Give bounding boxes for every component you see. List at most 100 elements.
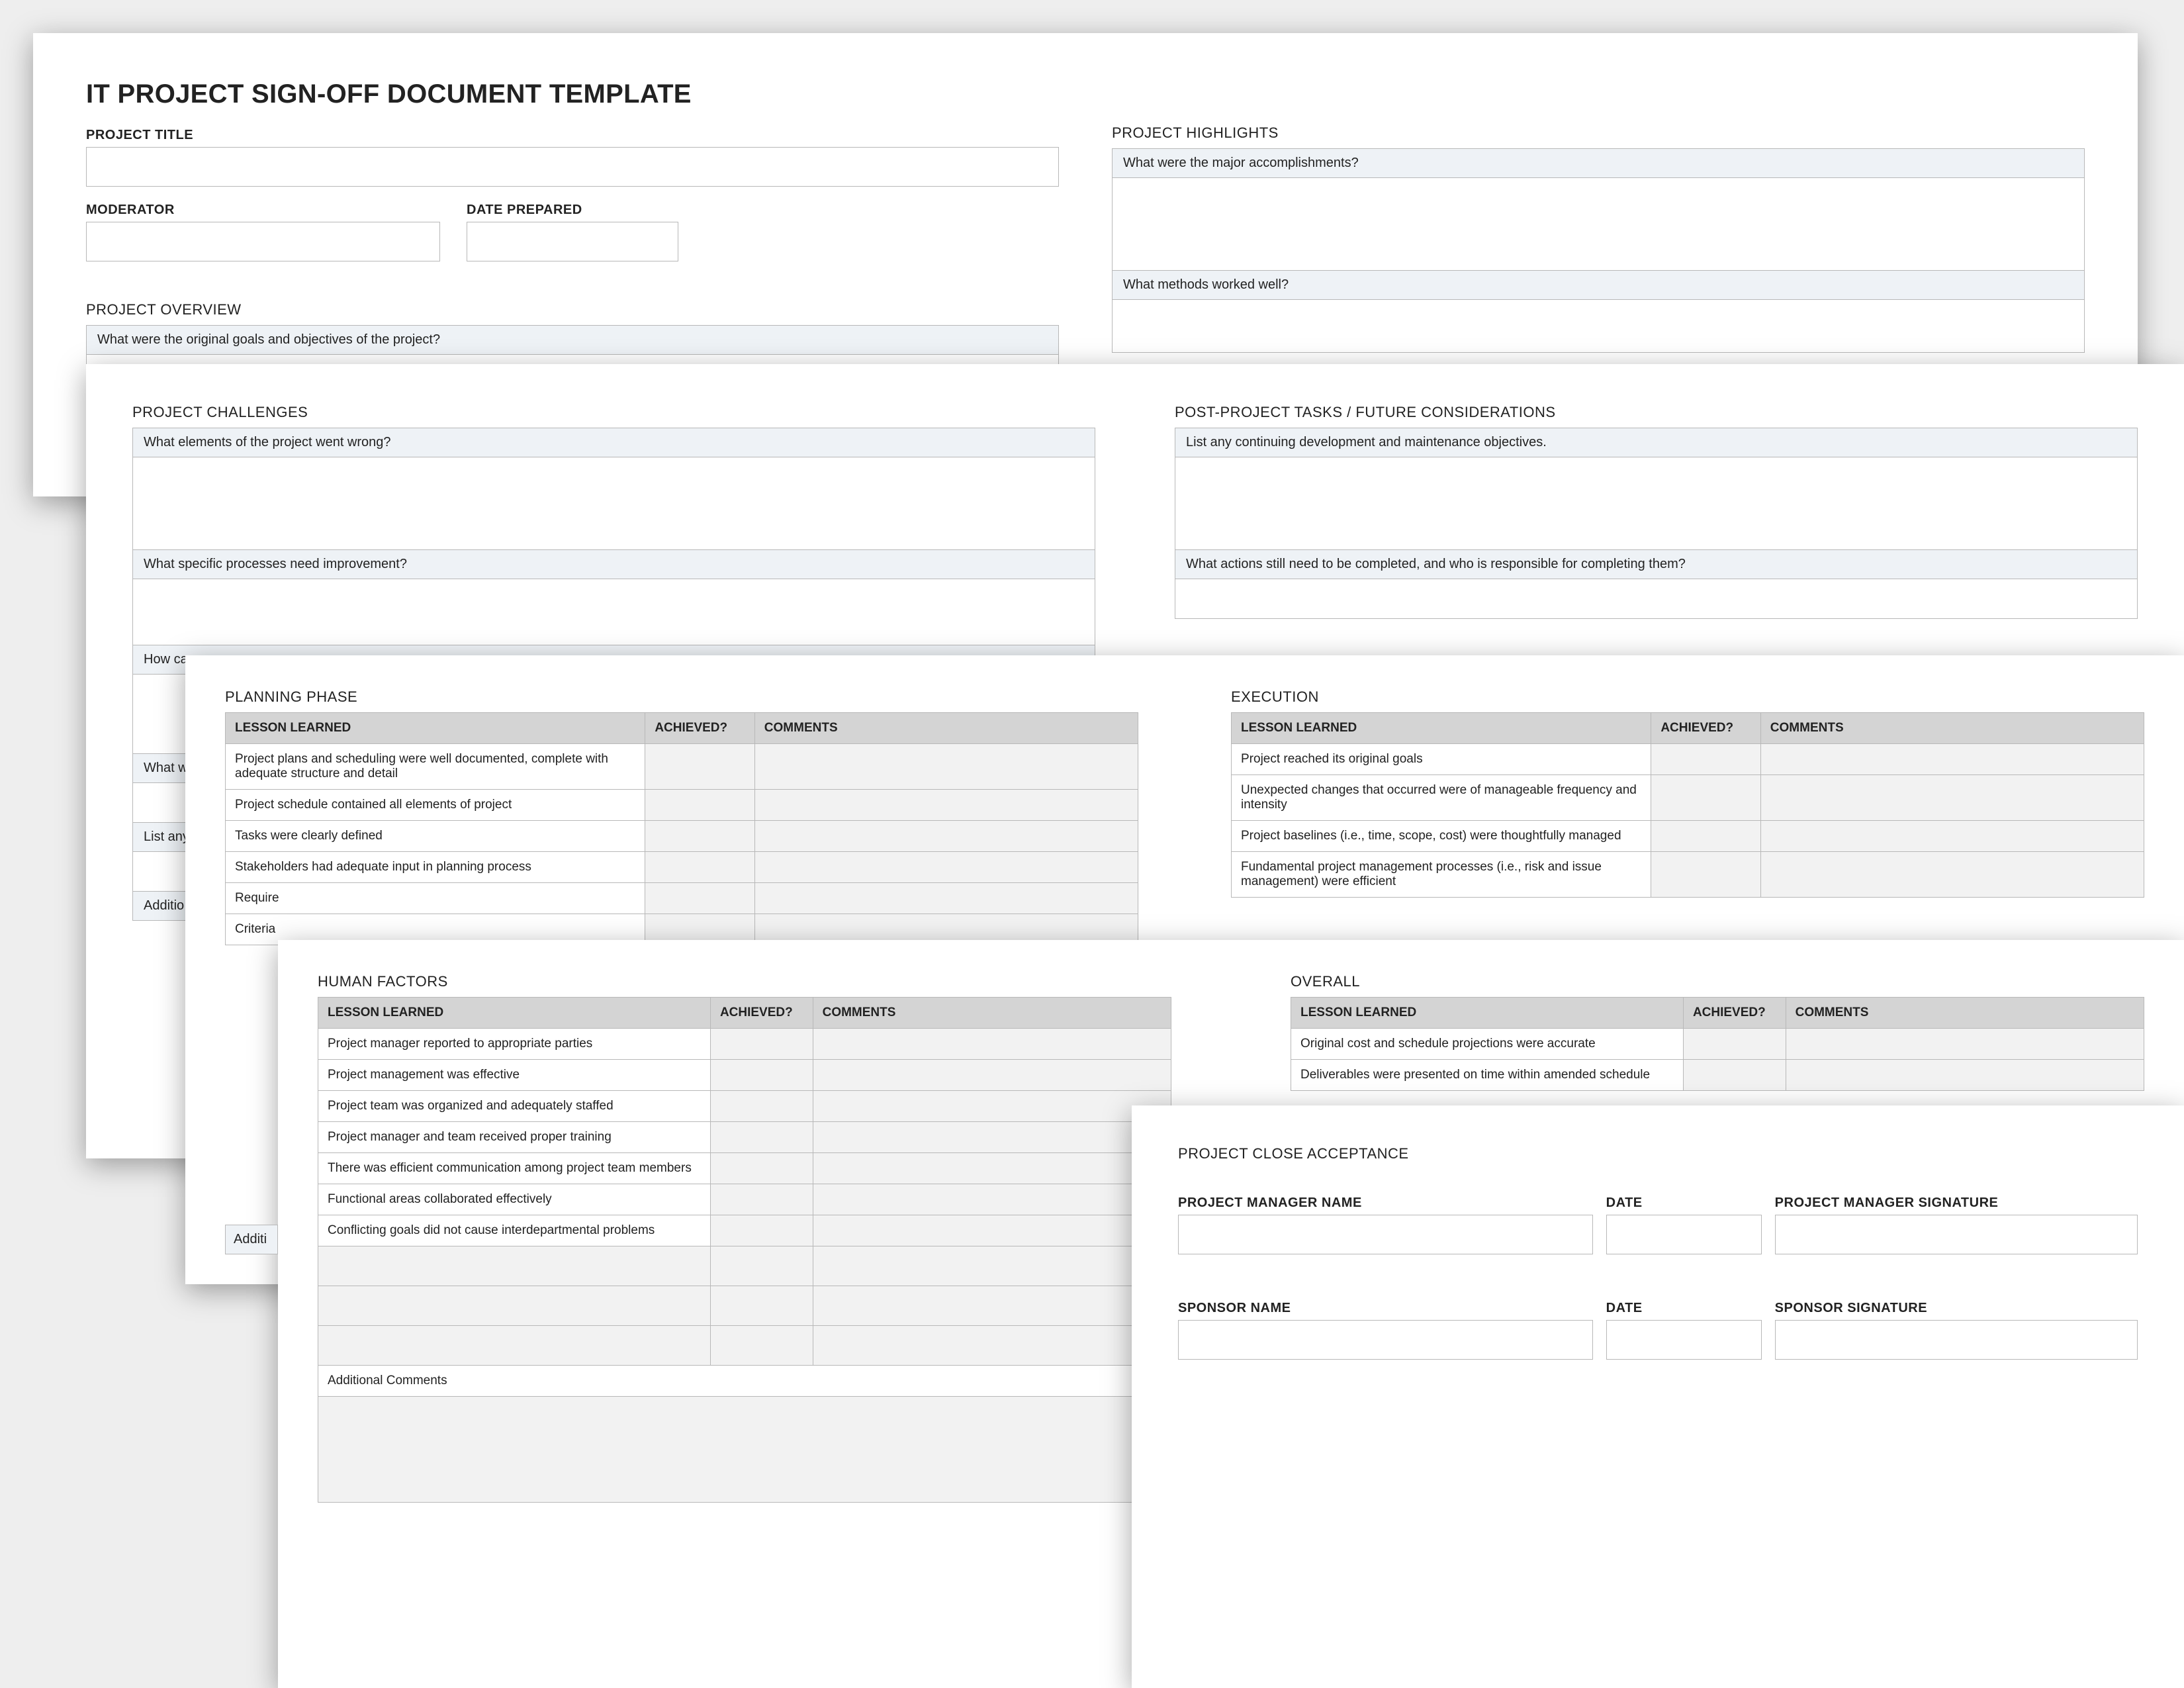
- cell-achieved[interactable]: [710, 1246, 813, 1286]
- th-lesson: LESSON LEARNED: [1291, 998, 1684, 1029]
- cell-achieved[interactable]: [710, 1184, 813, 1215]
- post-q2: What actions still need to be completed,…: [1175, 550, 2138, 579]
- input-sponsor-sig[interactable]: [1775, 1320, 2138, 1360]
- cell-achieved[interactable]: [710, 1091, 813, 1122]
- cell-comments[interactable]: [1760, 852, 2144, 898]
- label-pm-name: PROJECT MANAGER NAME: [1178, 1196, 1593, 1211]
- table-row: There was efficient communication among …: [318, 1153, 1171, 1184]
- cell-lesson[interactable]: [318, 1286, 711, 1326]
- label-pm-date: DATE: [1606, 1196, 1762, 1211]
- cell-comments[interactable]: [813, 1326, 1171, 1366]
- th-comments: COMMENTS: [1786, 998, 2144, 1029]
- cell-comments[interactable]: [1760, 775, 2144, 821]
- table-execution: LESSON LEARNED ACHIEVED? COMMENTS Projec…: [1231, 712, 2144, 898]
- cell-achieved[interactable]: [645, 790, 754, 821]
- input-additional-comments[interactable]: [318, 1397, 1171, 1503]
- cell-comments[interactable]: [813, 1286, 1171, 1326]
- cell-achieved[interactable]: [645, 852, 754, 883]
- challenges-a1[interactable]: [132, 457, 1095, 550]
- input-pm-sig[interactable]: [1775, 1215, 2138, 1254]
- cell-achieved[interactable]: [710, 1029, 813, 1060]
- cell-comments[interactable]: [813, 1246, 1171, 1286]
- cell-achieved[interactable]: [645, 821, 754, 852]
- th-lesson: LESSON LEARNED: [1232, 713, 1651, 744]
- input-date-prepared[interactable]: [467, 222, 678, 261]
- post-a2[interactable]: [1175, 579, 2138, 619]
- table-row: Conflicting goals did not cause interdep…: [318, 1215, 1171, 1246]
- input-moderator[interactable]: [86, 222, 440, 261]
- overview-q1: What were the original goals and objecti…: [86, 325, 1059, 355]
- cell-lesson: Unexpected changes that occurred were of…: [1232, 775, 1651, 821]
- cell-achieved[interactable]: [710, 1153, 813, 1184]
- cell-lesson: Require: [226, 883, 645, 914]
- cell-comments[interactable]: [1786, 1029, 2144, 1060]
- cell-achieved[interactable]: [710, 1326, 813, 1366]
- input-pm-date[interactable]: [1606, 1215, 1762, 1254]
- input-pm-name[interactable]: [1178, 1215, 1593, 1254]
- label-project-title: PROJECT TITLE: [86, 128, 1059, 143]
- cell-lesson[interactable]: [318, 1326, 711, 1366]
- table-planning: LESSON LEARNED ACHIEVED? COMMENTS Projec…: [225, 712, 1138, 945]
- cell-comments[interactable]: [813, 1184, 1171, 1215]
- cell-comments[interactable]: [1786, 1060, 2144, 1091]
- th-comments: COMMENTS: [813, 998, 1171, 1029]
- cell-comments[interactable]: [813, 1215, 1171, 1246]
- post-q1: List any continuing development and main…: [1175, 428, 2138, 457]
- cell-comments[interactable]: [813, 1029, 1171, 1060]
- table-row: Project manager and team received proper…: [318, 1122, 1171, 1153]
- cell-comments[interactable]: [813, 1153, 1171, 1184]
- th-lesson: LESSON LEARNED: [226, 713, 645, 744]
- table-row: Fundamental project management processes…: [1232, 852, 2144, 898]
- highlights-a2[interactable]: [1112, 300, 2085, 353]
- cell-comments[interactable]: [1760, 821, 2144, 852]
- input-sponsor-name[interactable]: [1178, 1320, 1593, 1360]
- post-a1[interactable]: [1175, 457, 2138, 550]
- cell-comments[interactable]: [754, 744, 1138, 790]
- cell-achieved[interactable]: [1651, 744, 1760, 775]
- cell-lesson[interactable]: [318, 1246, 711, 1286]
- th-achieved: ACHIEVED?: [1651, 713, 1760, 744]
- cell-achieved[interactable]: [645, 744, 754, 790]
- challenges-a2[interactable]: [132, 579, 1095, 645]
- input-sponsor-date[interactable]: [1606, 1320, 1762, 1360]
- cell-comments[interactable]: [813, 1091, 1171, 1122]
- label-sponsor-sig: SPONSOR SIGNATURE: [1775, 1301, 2138, 1316]
- cell-achieved[interactable]: [710, 1122, 813, 1153]
- cell-lesson: There was efficient communication among …: [318, 1153, 711, 1184]
- table-human: LESSON LEARNED ACHIEVED? COMMENTS Projec…: [318, 997, 1171, 1366]
- cell-lesson: Project schedule contained all elements …: [226, 790, 645, 821]
- cell-achieved[interactable]: [710, 1060, 813, 1091]
- heading-post: POST-PROJECT TASKS / FUTURE CONSIDERATIO…: [1175, 404, 2138, 421]
- cell-comments[interactable]: [754, 790, 1138, 821]
- cell-achieved[interactable]: [645, 883, 754, 914]
- cell-achieved[interactable]: [1683, 1060, 1786, 1091]
- cell-comments[interactable]: [813, 1122, 1171, 1153]
- cell-achieved[interactable]: [1651, 821, 1760, 852]
- cell-achieved[interactable]: [710, 1286, 813, 1326]
- table-row: [318, 1246, 1171, 1286]
- cell-comments[interactable]: [754, 852, 1138, 883]
- table-row: [318, 1326, 1171, 1366]
- th-lesson: LESSON LEARNED: [318, 998, 711, 1029]
- cell-lesson: Deliverables were presented on time with…: [1291, 1060, 1684, 1091]
- heading-challenges: PROJECT CHALLENGES: [132, 404, 1095, 421]
- th-comments: COMMENTS: [754, 713, 1138, 744]
- table-row: Project team was organized and adequatel…: [318, 1091, 1171, 1122]
- cell-achieved[interactable]: [710, 1215, 813, 1246]
- heading-overall: OVERALL: [1291, 973, 2144, 990]
- cell-achieved[interactable]: [1651, 852, 1760, 898]
- highlights-a1[interactable]: [1112, 178, 2085, 271]
- cell-achieved[interactable]: [1683, 1029, 1786, 1060]
- table-row: Require: [226, 883, 1138, 914]
- challenges-q1: What elements of the project went wrong?: [132, 428, 1095, 457]
- cell-lesson: Project management was effective: [318, 1060, 711, 1091]
- cell-comments[interactable]: [813, 1060, 1171, 1091]
- cell-comments[interactable]: [754, 883, 1138, 914]
- table-row: Stakeholders had adequate input in plann…: [226, 852, 1138, 883]
- cell-lesson: Project plans and scheduling were well d…: [226, 744, 645, 790]
- cell-lesson: Project manager and team received proper…: [318, 1122, 711, 1153]
- cell-comments[interactable]: [1760, 744, 2144, 775]
- cell-comments[interactable]: [754, 821, 1138, 852]
- cell-achieved[interactable]: [1651, 775, 1760, 821]
- input-project-title[interactable]: [86, 147, 1059, 187]
